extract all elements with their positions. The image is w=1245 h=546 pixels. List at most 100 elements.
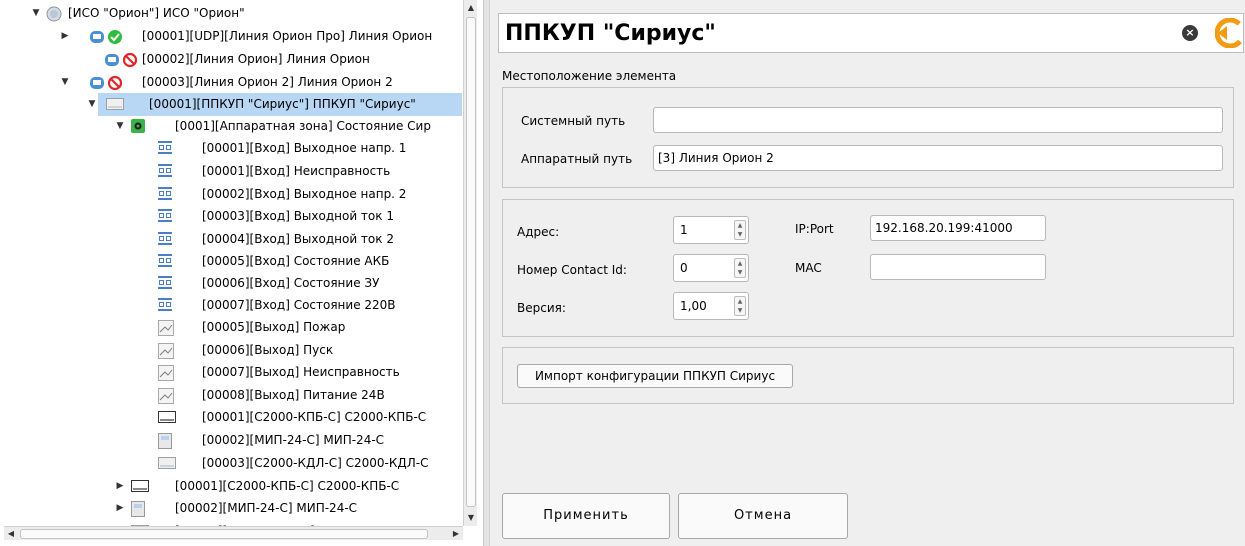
detail-panel: ППКУП "Сириус" × Местоположение элемента… (490, 0, 1245, 546)
contact-id-spinbox[interactable]: 0 ▲ ▼ (673, 254, 749, 282)
mac-field[interactable] (870, 254, 1046, 280)
scroll-right-arrow-icon[interactable]: ▶ (449, 527, 463, 541)
tree-item[interactable]: [00007][Вход] Состояние 220В (4, 294, 463, 317)
version-spin-buttons[interactable]: ▲ ▼ (734, 296, 746, 316)
tree-item[interactable]: ▶ [00002][МИП-24-С] МИП-24-С (4, 497, 463, 520)
tree-item[interactable]: [00005][Выход] Пожар (4, 316, 463, 339)
scroll-left-arrow-icon[interactable]: ◀ (4, 527, 18, 541)
version-value: 1,00 (680, 299, 707, 313)
input-icon (158, 209, 176, 225)
tree-item-label: [00002][МИП-24-С] МИП-24-С (175, 501, 358, 515)
system-path-field[interactable] (653, 107, 1223, 133)
spin-up-icon[interactable]: ▲ (735, 259, 745, 268)
spin-down-icon[interactable]: ▼ (735, 230, 745, 239)
tree-item[interactable]: [00001][Вход] Неисправность (4, 160, 463, 183)
ip-port-field[interactable]: 192.168.20.199:41000 (870, 215, 1046, 241)
tree-item[interactable]: ▶ [00001][UDP][Линия Орион Про] Линия Ори… (4, 25, 463, 48)
tree-item-label: [00003][Вход] Выходной ток 1 (202, 209, 394, 223)
location-section-label: Местоположение элемента (502, 69, 677, 83)
tree-vertical-scrollbar[interactable]: ▲ ▼ (463, 0, 477, 526)
tree-item[interactable]: [00002][Линия Орион] Линия Орион (4, 48, 463, 71)
scroll-up-arrow-icon[interactable]: ▲ (464, 0, 478, 16)
tree-item-label: [00005][Вход] Состояние АКБ (202, 254, 390, 268)
contact-id-spin-buttons[interactable]: ▲ ▼ (734, 258, 746, 278)
power-module-icon (158, 433, 176, 449)
expand-arrow-icon[interactable]: ▶ (115, 481, 125, 491)
input-icon (158, 254, 176, 270)
spin-up-icon[interactable]: ▲ (735, 221, 745, 230)
tree-item[interactable]: ▶ [00001][С2000-КПБ-С] С2000-КПБ-С (4, 475, 463, 498)
clear-icon[interactable]: × (1182, 25, 1198, 41)
system-path-label: Системный путь (521, 114, 626, 128)
input-icon (158, 232, 176, 248)
tree-item[interactable]: ▼ [0001][Аппаратная зона] Состояние Сир (4, 115, 463, 138)
tree-item-label: [ИСО "Орион"] ИСО "Орион" (68, 6, 245, 20)
tree-item[interactable]: [00001][С2000-КПБ-С] С2000-КПБ-С (4, 406, 463, 429)
tree-item-label: [00001][UDP][Линия Орион Про] Линия Орио… (142, 29, 433, 43)
object-tree[interactable]: ▼ [ИСО "Орион"] ИСО "Орион" ▶ [00001][UDP][… (4, 0, 463, 526)
tree-item[interactable]: [00006][Выход] Пуск (4, 339, 463, 362)
tree-item-label: [00003][Линия Орион 2] Линия Орион 2 (142, 75, 393, 89)
tree-item[interactable]: [00005][Вход] Состояние АКБ (4, 250, 463, 273)
address-value: 1 (680, 223, 688, 237)
collapse-arrow-icon[interactable]: ▼ (87, 99, 97, 109)
collapse-arrow-icon[interactable]: ▼ (31, 8, 41, 18)
tree-item[interactable]: [00001][Вход] Выходное напр. 1 (4, 137, 463, 160)
input-icon (158, 298, 176, 314)
expand-arrow-icon[interactable]: ▶ (115, 503, 125, 513)
action-bar: Применить Отмена (490, 490, 1245, 546)
tree-vertical-scroll-thumb[interactable] (466, 17, 476, 507)
device-icon (106, 97, 124, 113)
tree-item[interactable]: ▼ [00003][Линия Орион 2] Линия Орион 2 (4, 71, 463, 94)
tree-item[interactable]: [00008][Выход] Питание 24В (4, 384, 463, 407)
address-spinbox[interactable]: 1 ▲ ▼ (673, 216, 749, 244)
tree-item[interactable]: [00007][Выход] Неисправность (4, 361, 463, 384)
input-icon (158, 164, 176, 180)
tree-item[interactable]: [00002][МИП-24-С] МИП-24-С (4, 429, 463, 452)
cancel-button[interactable]: Отмена (678, 493, 848, 539)
output-icon (158, 320, 176, 336)
version-spinbox[interactable]: 1,00 ▲ ▼ (673, 292, 749, 320)
tree-horizontal-scroll-thumb[interactable] (20, 529, 428, 539)
collapse-arrow-icon[interactable]: ▼ (60, 77, 70, 87)
contact-id-label: Номер Contact Id: (517, 263, 627, 277)
tree-item[interactable]: [00006][Вход] Состояние ЗУ (4, 272, 463, 295)
tree-item-label: [00006][Выход] Пуск (202, 343, 334, 357)
tree-item[interactable]: [00003][С2000-КДЛ-С] С2000-КДЛ-С (4, 452, 463, 475)
tree-item[interactable]: ▼ [ИСО "Орион"] ИСО "Орион" (4, 2, 463, 25)
back-arrow-icon[interactable] (1215, 18, 1245, 48)
address-spin-buttons[interactable]: ▲ ▼ (734, 220, 746, 240)
output-icon (158, 365, 176, 381)
contact-id-value: 0 (680, 261, 688, 275)
module-icon (131, 479, 149, 495)
output-icon (158, 343, 176, 359)
element-title: ППКУП "Сириус" (505, 21, 716, 46)
spin-down-icon[interactable]: ▼ (735, 306, 745, 315)
tree-item[interactable]: [00002][Вход] Выходное напр. 2 (4, 183, 463, 206)
expand-arrow-icon[interactable]: ▶ (60, 31, 70, 41)
apply-button[interactable]: Применить (502, 493, 670, 539)
tree-item[interactable]: [00003][Вход] Выходной ток 1 (4, 205, 463, 228)
address-group: Адрес: 1 ▲ ▼ Номер Contact Id: 0 ▲ ▼ Верси… (502, 199, 1234, 337)
import-config-button[interactable]: Импорт конфигурации ППКУП Сириус (517, 364, 793, 388)
tree-item[interactable]: [00004][Вход] Выходной ток 2 (4, 228, 463, 251)
device-icon (158, 456, 176, 472)
hardware-path-field[interactable]: [3] Линия Орион 2 (653, 145, 1223, 171)
output-icon (158, 388, 176, 404)
title-field[interactable]: ППКУП "Сириус" × (498, 13, 1245, 53)
import-group: Импорт конфигурации ППКУП Сириус (502, 347, 1234, 404)
tree-item-label: [00001][С2000-КПБ-С] С2000-КПБ-С (202, 410, 427, 424)
globe-icon (46, 6, 64, 22)
line-disabled-icon (89, 75, 125, 91)
spin-up-icon[interactable]: ▲ (735, 297, 745, 306)
scroll-down-arrow-icon[interactable]: ▼ (464, 510, 478, 526)
version-label: Версия: (517, 301, 566, 315)
tree-item[interactable]: ▼ [00001][ППКУП "Сириус"] ППКУП "Сириус" (89, 93, 462, 116)
tree-horizontal-scrollbar[interactable]: ◀ ▶ (4, 526, 463, 540)
spin-down-icon[interactable]: ▼ (735, 268, 745, 277)
tree-item-label: [00004][Вход] Выходной ток 2 (202, 232, 394, 246)
app-window: ▼ [ИСО "Орион"] ИСО "Орион" ▶ [00001][UDP][… (0, 0, 1245, 546)
tree-item-label: [00001][ППКУП "Сириус"] ППКУП "Сириус" (149, 97, 416, 111)
tree-item-label: [00001][С2000-КПБ-С] С2000-КПБ-С (175, 479, 400, 493)
collapse-arrow-icon[interactable]: ▼ (115, 121, 125, 131)
